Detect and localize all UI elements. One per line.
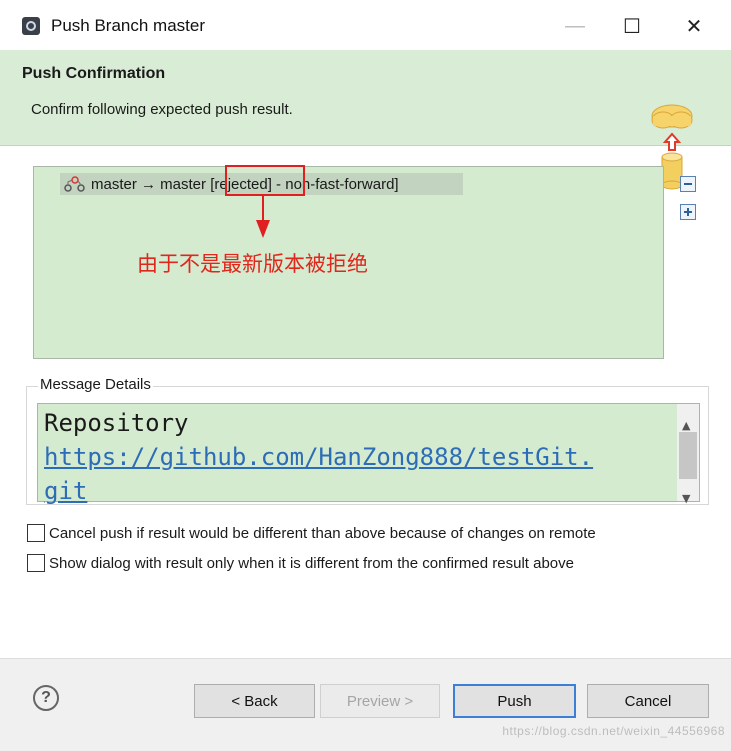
page-subtitle: Confirm following expected push result. bbox=[31, 101, 293, 118]
annotation-arrow-head bbox=[256, 220, 270, 238]
maximize-button[interactable]: ☐ bbox=[610, 8, 654, 44]
collapse-all-icon[interactable] bbox=[680, 176, 696, 192]
scroll-down-icon[interactable]: ▼ bbox=[682, 482, 690, 516]
page-title: Push Confirmation bbox=[22, 65, 166, 82]
message-details-text[interactable]: Repository https://github.com/HanZong888… bbox=[37, 403, 700, 505]
show-dialog-checkbox[interactable]: Show dialog with result only when it is … bbox=[27, 554, 574, 572]
rejected-highlight-box bbox=[225, 165, 305, 196]
title-bar: Push Branch master — ☐ ✕ bbox=[0, 0, 731, 50]
push-button[interactable]: Push bbox=[453, 684, 576, 718]
checkbox-box[interactable] bbox=[27, 524, 45, 542]
message-line-repository: Repository bbox=[44, 409, 189, 437]
preview-button: Preview > bbox=[320, 684, 440, 718]
repository-link-continued[interactable]: git bbox=[44, 474, 668, 508]
annotation-text: 由于不是最新版本被拒绝 bbox=[137, 252, 368, 276]
scroll-thumb[interactable] bbox=[679, 432, 697, 479]
tree-row-refs: master → master bbox=[91, 175, 211, 193]
annotation-arrow bbox=[262, 196, 264, 222]
back-button[interactable]: < Back bbox=[194, 684, 315, 718]
checkbox-box[interactable] bbox=[27, 554, 45, 572]
close-button[interactable]: ✕ bbox=[672, 8, 716, 44]
message-details-label: Message Details bbox=[38, 376, 153, 393]
minimize-button[interactable]: — bbox=[553, 8, 597, 44]
expand-all-icon[interactable] bbox=[680, 204, 696, 220]
cancel-push-checkbox[interactable]: Cancel push if result would be different… bbox=[27, 524, 596, 542]
checkbox-label: Show dialog with result only when it is … bbox=[49, 554, 574, 572]
window-title: Push Branch master bbox=[51, 16, 206, 35]
cancel-button[interactable]: Cancel bbox=[587, 684, 709, 718]
message-scrollbar[interactable]: ▲ ▼ bbox=[677, 404, 699, 505]
wizard-header: Push Confirmation Confirm following expe… bbox=[0, 50, 731, 190]
repository-link[interactable]: https://github.com/HanZong888/testGit. bbox=[44, 440, 668, 474]
branch-icon bbox=[64, 176, 85, 192]
eclipse-app-icon bbox=[22, 17, 40, 35]
checkbox-label: Cancel push if result would be different… bbox=[49, 524, 596, 542]
help-icon[interactable]: ? bbox=[33, 685, 59, 711]
watermark: https://blog.csdn.net/weixin_44556968 bbox=[502, 724, 725, 738]
